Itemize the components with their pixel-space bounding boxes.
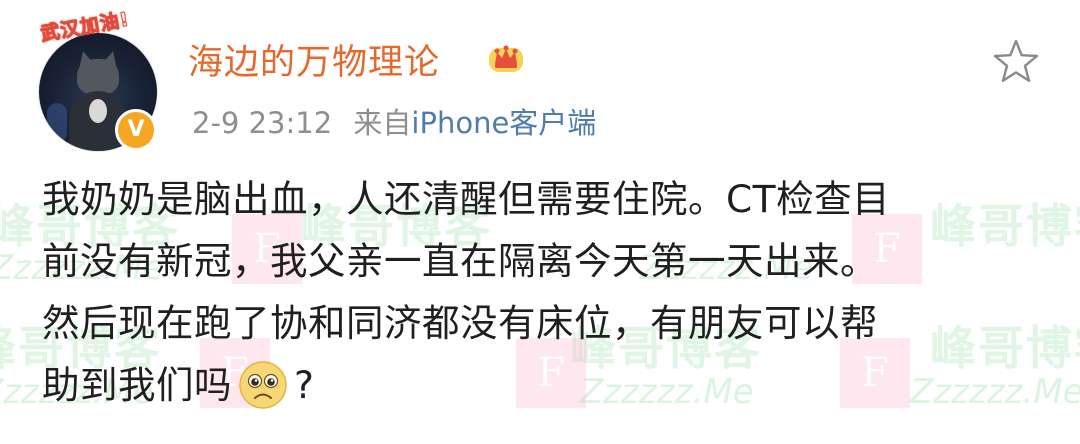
post-text-fragment: 助到我们吗: [42, 363, 232, 407]
post-text-fragment: ?: [294, 363, 315, 407]
crown-icon: [489, 45, 523, 72]
post-text-line: 我奶奶是脑出血，人还清醒但需要住院。CT检查目: [42, 177, 891, 221]
star-outline-icon[interactable]: [992, 38, 1040, 84]
source-client-link[interactable]: iPhone客户端: [411, 106, 596, 140]
post-text-line-last: 助到我们吗 ?: [42, 354, 1042, 416]
post-text-line: 然后现在跑了协和同济都没有床位，有朋友可以帮: [42, 301, 878, 345]
post-meta: 2-9 23:12 来自iPhone客户端: [192, 100, 596, 142]
avatar[interactable]: 武汉加油! V: [38, 8, 158, 152]
sad-pleading-face-emoji-icon: [239, 360, 287, 409]
weibo-post: 武汉加油! V 海边的万物理论 2-9 23:12 来自iPhone客户端 峰哥…: [0, 0, 1080, 444]
post-text-line: 前没有新冠，我父亲一直在隔离今天第一天出来。: [42, 239, 878, 283]
source-prefix: 来自: [353, 106, 412, 140]
verified-badge-icon: V: [115, 109, 157, 151]
post-content: 我奶奶是脑出血，人还清醒但需要住院。CT检查目 前没有新冠，我父亲一直在隔离今天…: [42, 168, 1042, 416]
post-timestamp: 2-9 23:12: [192, 106, 333, 140]
username[interactable]: 海边的万物理论: [188, 34, 440, 85]
